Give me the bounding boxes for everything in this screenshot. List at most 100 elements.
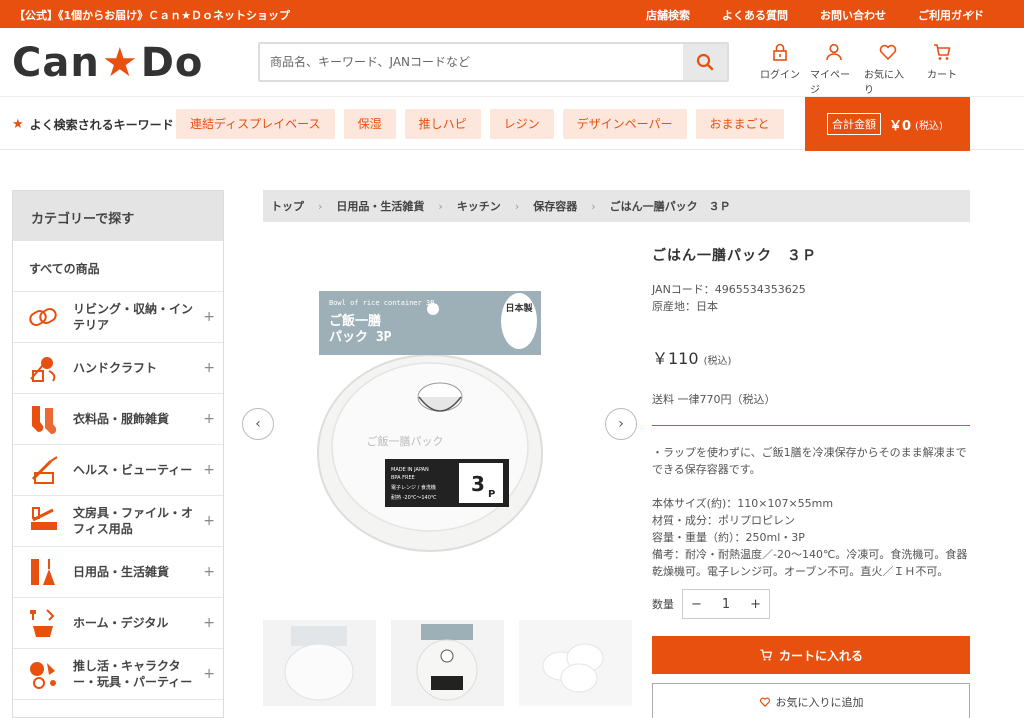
sidebar-item-handcraft[interactable]: ハンドクラフト +: [13, 343, 223, 394]
favorites-button[interactable]: お気に入り: [864, 42, 912, 96]
breadcrumb-item[interactable]: トップ: [271, 198, 304, 214]
product-description: ・ラップを使わずに、ご飯1膳を冷凍保存からそのまま解凍までできる保存容器です。 …: [652, 444, 970, 580]
logo-text-right: Do: [140, 40, 204, 86]
stationery-icon: [27, 504, 61, 538]
package-badge: 日本製: [505, 302, 533, 314]
expand-plus-icon[interactable]: +: [203, 564, 215, 580]
mypage-label: マイページ: [810, 70, 850, 96]
next-image-button[interactable]: ›: [605, 408, 637, 440]
quantity-label: 数量: [652, 598, 674, 611]
product-price: ￥110 (税込): [652, 345, 970, 369]
sidebar-item-label: 推し活・キャラクター・玩具・パーティー: [73, 659, 193, 689]
product-jan: JANコード：4965534353625: [652, 283, 806, 296]
keyword-chip[interactable]: レジン: [489, 109, 554, 139]
quantity-value[interactable]: 1: [722, 597, 730, 612]
svg-text:MADE IN JAPAN: MADE IN JAPAN: [391, 467, 429, 473]
sidebar-item-label: ホーム・デジタル: [73, 616, 169, 630]
product-spec-capacity: 容量・重量（約）：250ml・3P: [652, 531, 805, 544]
keyword-label: ★ よく検索されるキーワード: [12, 116, 174, 133]
socks-icon: [27, 402, 61, 436]
add-to-favorites-button[interactable]: お気に入りに追加: [652, 683, 970, 718]
site-tagline: 【公式】《1個からお届け》Ｃａｎ★Ｄｏネットショップ: [14, 9, 291, 22]
product-spec-size: 本体サイズ(約)：110×107×55mm: [652, 497, 834, 510]
keyword-chips: 連結ディスプレイベース 保湿 推しハピ レジン デザインペーパー おままごと: [176, 109, 793, 139]
login-label: ログイン: [760, 70, 800, 81]
handcraft-icon: [27, 351, 61, 385]
store-search-link[interactable]: 店舗検索: [646, 7, 690, 23]
sidebar-item-label: リビング・収納・インテリア: [73, 302, 194, 332]
expand-plus-icon[interactable]: +: [203, 360, 215, 376]
search-button[interactable]: [683, 44, 727, 80]
sidebar-item-home-digital[interactable]: ホーム・デジタル +: [13, 598, 223, 649]
package-label-en: Bowl of rice container 3P: [329, 299, 434, 307]
product-price-value: ￥110: [652, 349, 699, 368]
contact-link[interactable]: お問い合わせ: [820, 7, 886, 23]
breadcrumb-item[interactable]: キッチン: [457, 198, 501, 214]
cart-button[interactable]: カート: [918, 42, 966, 96]
sidebar-item-clothing[interactable]: 衣料品・服飾雑貨 +: [13, 394, 223, 445]
logo-text-left: Can: [12, 40, 100, 86]
faq-link[interactable]: よくある質問: [722, 7, 788, 23]
expand-plus-icon[interactable]: +: [203, 309, 215, 325]
keyword-chip[interactable]: デザインペーパー: [562, 109, 687, 139]
logo-star-icon: ★: [101, 40, 139, 86]
keyword-chip[interactable]: 連結ディスプレイベース: [176, 109, 335, 139]
quantity-minus-button[interactable]: −: [691, 597, 702, 612]
star-icon: ★: [12, 117, 24, 132]
search-input[interactable]: [260, 44, 683, 80]
expand-plus-icon[interactable]: +: [203, 615, 215, 631]
svg-text:電子レンジ / 食洗機: 電子レンジ / 食洗機: [391, 484, 436, 491]
breadcrumb-item[interactable]: 日用品・生活雑貨: [336, 198, 424, 214]
sidebar-item-label: 文房具・ファイル・オフィス用品: [73, 506, 194, 536]
sidebar-item-all[interactable]: すべての商品: [13, 241, 223, 292]
add-to-cart-button[interactable]: カートに入れる: [652, 636, 970, 674]
cart-total[interactable]: 合計金額 ￥0 (税込): [805, 97, 970, 151]
sidebar-item-living[interactable]: リビング・収納・インテリア +: [13, 292, 223, 343]
breadcrumb-current: ごはん一膳パック ３Ｐ: [609, 200, 731, 213]
top-bar: 【公式】《1個からお届け》Ｃａｎ★Ｄｏネットショップ 店舗検索 よくある質問 お…: [0, 0, 1024, 28]
thumbnail-image[interactable]: [519, 620, 632, 706]
beauty-icon: [27, 453, 61, 487]
quantity-stepper: − 1 +: [682, 589, 770, 619]
product-title: ごはん一膳パック ３Ｐ: [652, 248, 817, 264]
header: Can ★ Do ログイン マイページ お気に入り カート: [0, 28, 1024, 96]
expand-plus-icon[interactable]: +: [203, 666, 215, 682]
login-button[interactable]: ログイン: [756, 42, 804, 96]
sidebar-item-stationery[interactable]: 文房具・ファイル・オフィス用品 +: [13, 496, 223, 547]
product-desc-text: ・ラップを使わずに、ご飯1膳を冷凍保存からそのまま解凍までできる保存容器です。: [652, 446, 967, 476]
header-icons: ログイン マイページ お気に入り カート: [756, 42, 972, 96]
mypage-button[interactable]: マイページ: [810, 42, 858, 96]
guide-link[interactable]: ご利用ガイド: [918, 7, 984, 23]
quantity-plus-button[interactable]: +: [750, 597, 761, 612]
daily-goods-icon: [27, 555, 61, 589]
breadcrumb-item[interactable]: 保存容器: [533, 198, 577, 214]
expand-plus-icon[interactable]: +: [203, 462, 215, 478]
expand-plus-icon[interactable]: +: [203, 411, 215, 427]
keyword-chip[interactable]: おままごと: [695, 109, 784, 139]
chevron-right-icon: ›: [618, 416, 624, 432]
keyword-chip[interactable]: 保湿: [343, 109, 396, 139]
product-spec-note: 備考：耐冷・耐熱温度／-20〜140℃。冷凍可。食洗機可。食器乾燥機可。電子レン…: [652, 548, 968, 578]
keyword-chip[interactable]: 推しハピ: [404, 109, 481, 139]
sidebar-item-beauty[interactable]: ヘルス・ビューティー +: [13, 445, 223, 496]
cart-total-tax: (税込): [915, 120, 943, 132]
expand-plus-icon[interactable]: +: [203, 513, 215, 529]
sidebar-item-party[interactable]: 推し活・キャラクター・玩具・パーティー +: [13, 649, 223, 700]
sidebar-item-daily-goods[interactable]: 日用品・生活雑貨 +: [13, 547, 223, 598]
site-logo[interactable]: Can ★ Do: [12, 40, 203, 86]
top-links: 店舗検索 よくある質問 お問い合わせ ご利用ガイド: [614, 7, 984, 23]
thumbnail-image-selected[interactable]: [391, 620, 504, 706]
product-origin: 原産地：日本: [652, 300, 718, 313]
thumbnail-image[interactable]: [263, 620, 376, 706]
lock-icon: [773, 43, 787, 61]
prev-image-button[interactable]: ‹: [242, 408, 274, 440]
user-icon: [826, 43, 842, 61]
search-icon: [696, 53, 714, 71]
cart-label: カート: [927, 70, 957, 81]
category-sidebar: カテゴリーで探す すべての商品 リビング・収納・インテリア + ハンドクラフト …: [12, 190, 224, 718]
add-to-favorites-label: お気に入りに追加: [775, 696, 864, 709]
shipping-info: 送料 一律770円（税込）: [652, 391, 970, 426]
breadcrumb-separator: ›: [438, 199, 443, 213]
package-count-unit: P: [488, 489, 495, 500]
sidebar-item-label: 日用品・生活雑貨: [73, 565, 170, 579]
